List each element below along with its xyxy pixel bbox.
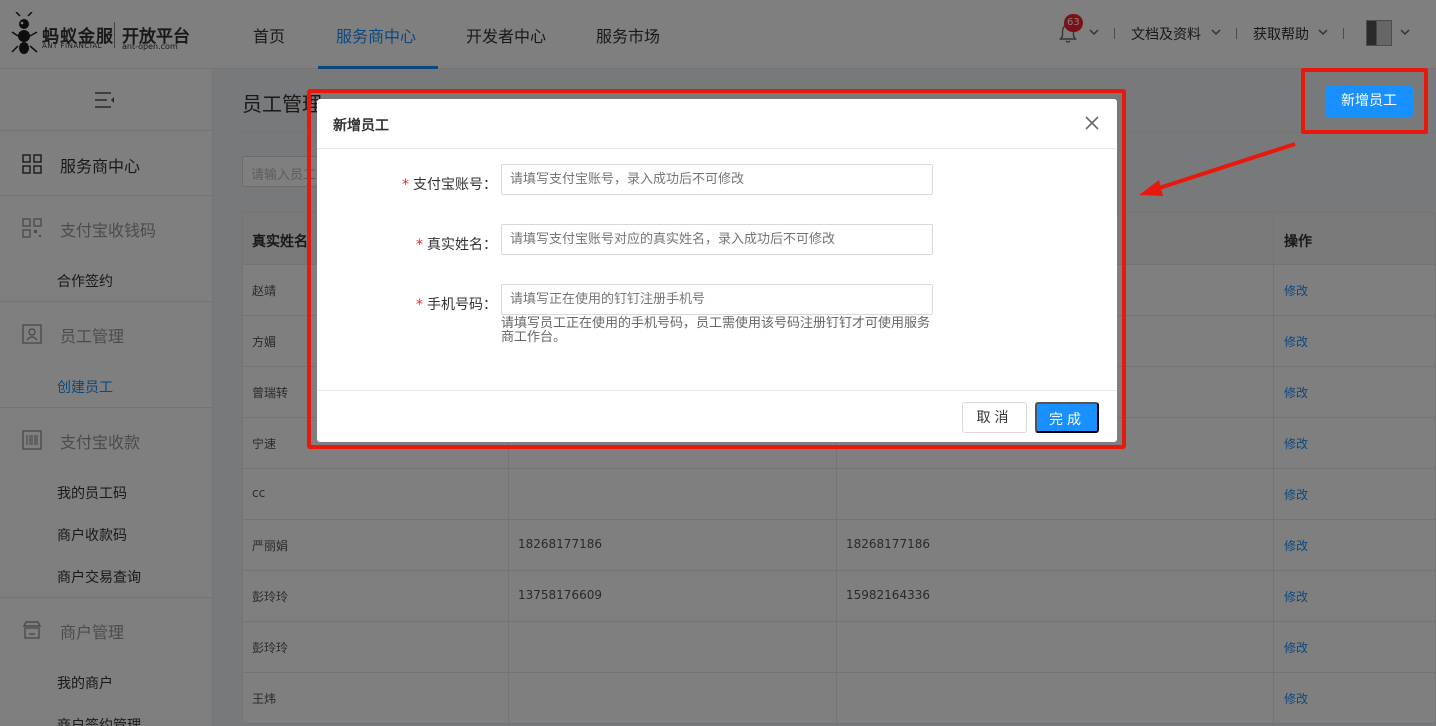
arrow-icon [1139, 142, 1296, 196]
highlight-box-dialog [307, 89, 1126, 449]
highlight-box-add-button [1301, 68, 1428, 134]
